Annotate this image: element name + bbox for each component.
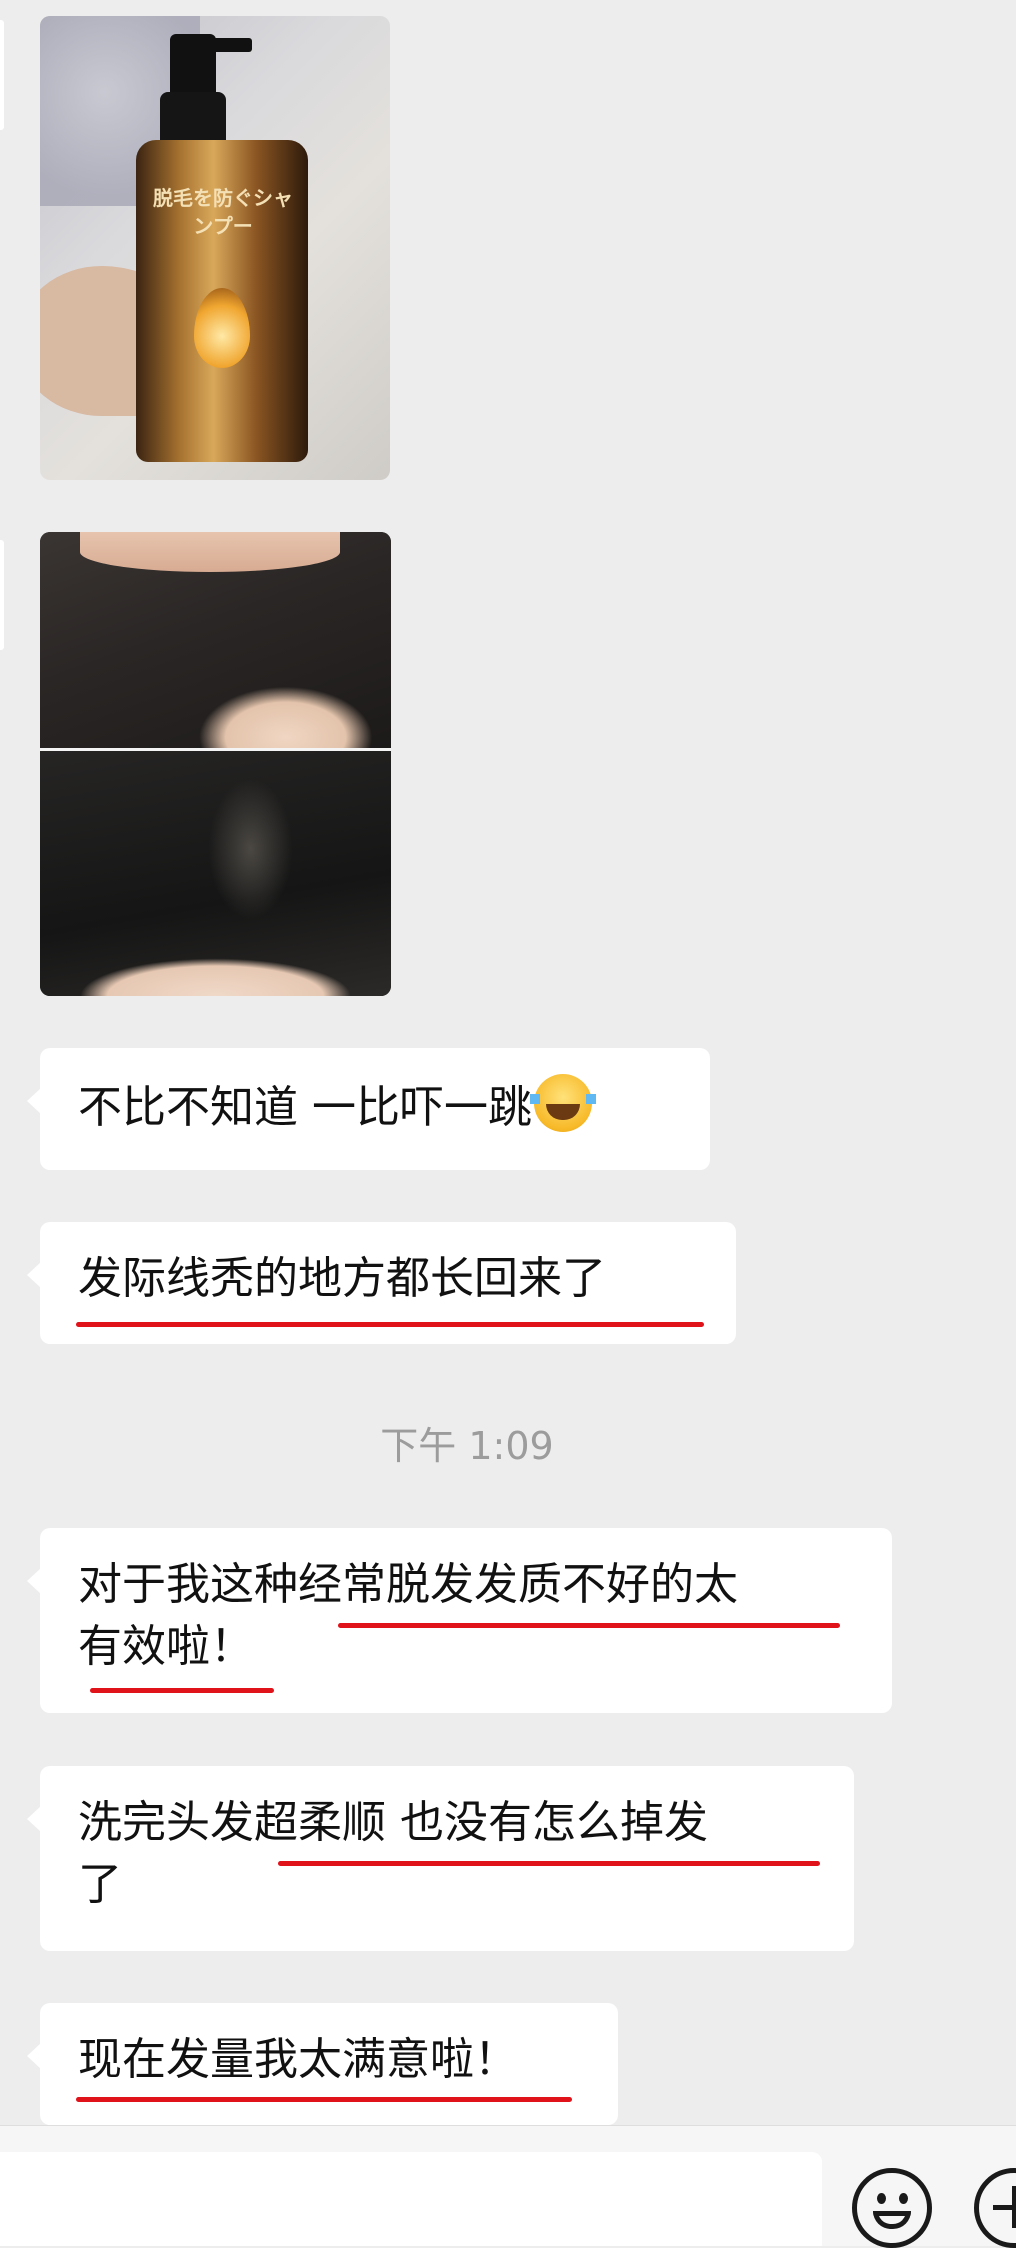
left-edge-indicator	[0, 540, 4, 650]
plus-icon[interactable]	[974, 2168, 1016, 2248]
message-bubble[interactable]: 洗完头发超柔顺 也没有怎么掉发 了	[27, 1766, 854, 1951]
smiley-eye	[899, 2193, 908, 2204]
message-text: 不比不知道 一比吓一跳	[78, 1082, 532, 1133]
message-bubble[interactable]: 现在发量我太满意啦！	[27, 2003, 618, 2125]
red-underline	[278, 1861, 820, 1866]
smiley-eye	[877, 2193, 886, 2204]
pump-head-graphic	[212, 38, 252, 52]
left-edge-indicator	[0, 20, 4, 130]
red-underline	[338, 1623, 840, 1628]
smiley-icon[interactable]	[852, 2168, 932, 2248]
message-text: 洗完头发超柔顺 也没有怎么掉发 了	[78, 1797, 708, 1910]
bottle-label: 脱毛を防ぐシャンプー	[153, 186, 293, 238]
chat-area[interactable]: 脱毛を防ぐシャンプー 不比不知道 一比吓一跳 发际线秃的地方都长回来了 下午 1…	[0, 0, 1016, 2125]
after-photo	[40, 751, 391, 996]
smiley-mouth	[873, 2211, 911, 2229]
message-text: 发际线秃的地方都长回来了	[78, 1253, 606, 1304]
message-input[interactable]	[0, 2152, 822, 2246]
hairline-comparison-photo[interactable]	[40, 532, 391, 996]
pump-graphic	[170, 34, 216, 94]
input-bar	[0, 2125, 1016, 2248]
red-underline	[76, 2097, 572, 2102]
fingers-graphic	[80, 532, 340, 572]
message-timestamp: 下午 1:09	[380, 1424, 554, 1468]
message-text: 对于我这种经常脱发发质不好的太 有效啦！	[78, 1559, 738, 1672]
red-underline	[90, 1688, 274, 1693]
before-photo	[40, 532, 391, 748]
bottle-neck-graphic	[160, 92, 226, 146]
message-text: 现在发量我太满意啦！	[78, 2034, 518, 2085]
message-bubble[interactable]: 不比不知道 一比吓一跳	[27, 1048, 710, 1170]
tears-of-joy-emoji-icon	[530, 1074, 596, 1132]
shampoo-bottle-photo[interactable]: 脱毛を防ぐシャンプー	[40, 16, 390, 480]
red-underline	[76, 1322, 704, 1327]
message-bubble[interactable]: 对于我这种经常脱发发质不好的太 有效啦！	[27, 1528, 892, 1713]
